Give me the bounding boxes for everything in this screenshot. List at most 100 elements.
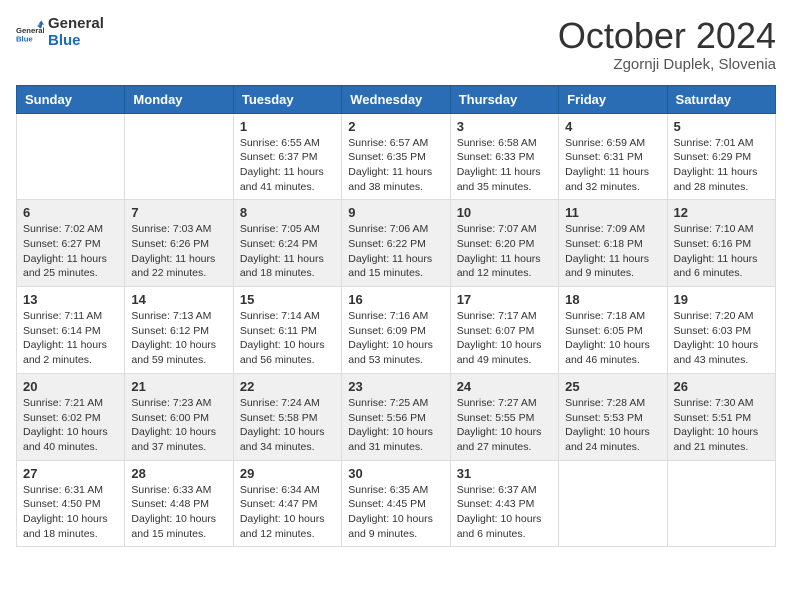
calendar-cell: 16 Sunrise: 7:16 AMSunset: 6:09 PMDayligh… — [342, 287, 450, 374]
calendar-cell — [125, 113, 233, 200]
calendar-cell: 7 Sunrise: 7:03 AMSunset: 6:26 PMDaylight… — [125, 200, 233, 287]
calendar-week-2: 6Sunrise: 7:02 AMSunset: 6:27 PMDaylight… — [17, 200, 776, 287]
day-info: Sunrise: 7:10 AMSunset: 6:16 PMDaylight:… — [674, 222, 769, 281]
calendar-week-5: 27Sunrise: 6:31 AMSunset: 4:50 PMDayligh… — [17, 460, 776, 547]
calendar-cell: 10Sunrise: 7:07 AMSunset: 6:20 PMDayligh… — [450, 200, 558, 287]
day-info: Sunrise: 7:01 AMSunset: 6:29 PMDaylight:… — [674, 136, 769, 195]
day-number: 21 — [131, 379, 226, 394]
calendar-cell: 18 Sunrise: 7:18 AMSunset: 6:05 PMDayligh… — [559, 287, 667, 374]
svg-text:Blue: Blue — [16, 34, 33, 43]
day-number: 8 — [240, 205, 335, 220]
calendar-cell — [559, 460, 667, 547]
day-info: Sunrise: 7:06 AMSunset: 6:22 PMDaylight:… — [348, 222, 443, 281]
day-info: Sunrise: 7:23 AMSunset: 6:00 PMDaylight:… — [131, 396, 226, 455]
day-number: 5 — [674, 119, 769, 134]
calendar-cell: 25 Sunrise: 7:28 AMSunset: 5:53 PMDayligh… — [559, 373, 667, 460]
logo: General Blue General Blue — [16, 16, 104, 49]
page-header: General Blue General Blue October 2024 Z… — [16, 16, 776, 73]
calendar-cell: 26 Sunrise: 7:30 AMSunset: 5:51 PMDayligh… — [667, 373, 775, 460]
calendar-cell: 17 Sunrise: 7:17 AMSunset: 6:07 PMDayligh… — [450, 287, 558, 374]
day-info: Sunrise: 6:33 AMSunset: 4:48 PMDaylight:… — [131, 483, 226, 542]
calendar-cell: 22 Sunrise: 7:24 AMSunset: 5:58 PMDayligh… — [233, 373, 341, 460]
day-number: 22 — [240, 379, 335, 394]
calendar-cell: 3 Sunrise: 6:58 AMSunset: 6:33 PMDaylight… — [450, 113, 558, 200]
day-info: Sunrise: 7:05 AMSunset: 6:24 PMDaylight:… — [240, 222, 335, 281]
weekday-sunday: Sunday — [17, 85, 125, 113]
location: Zgornji Duplek, Slovenia — [558, 56, 776, 73]
day-number: 9 — [348, 205, 443, 220]
day-info: Sunrise: 7:13 AMSunset: 6:12 PMDaylight:… — [131, 309, 226, 368]
day-info: Sunrise: 7:03 AMSunset: 6:26 PMDaylight:… — [131, 222, 226, 281]
calendar-cell — [667, 460, 775, 547]
day-number: 16 — [348, 292, 443, 307]
calendar-cell: 4 Sunrise: 6:59 AMSunset: 6:31 PMDaylight… — [559, 113, 667, 200]
day-number: 3 — [457, 119, 552, 134]
calendar-week-3: 13 Sunrise: 7:11 AMSunset: 6:14 PMDayligh… — [17, 287, 776, 374]
calendar-cell: 6Sunrise: 7:02 AMSunset: 6:27 PMDaylight… — [17, 200, 125, 287]
logo-icon: General Blue — [16, 19, 44, 47]
day-info: Sunrise: 6:59 AMSunset: 6:31 PMDaylight:… — [565, 136, 660, 195]
calendar-week-4: 20 Sunrise: 7:21 AMSunset: 6:02 PMDayligh… — [17, 373, 776, 460]
day-info: Sunrise: 7:28 AMSunset: 5:53 PMDaylight:… — [565, 396, 660, 455]
day-number: 11 — [565, 205, 660, 220]
day-info: Sunrise: 7:21 AMSunset: 6:02 PMDaylight:… — [23, 396, 118, 455]
day-info: Sunrise: 6:35 AMSunset: 4:45 PMDaylight:… — [348, 483, 443, 542]
day-number: 31 — [457, 466, 552, 481]
logo-general: General — [48, 16, 104, 33]
calendar-cell: 8 Sunrise: 7:05 AMSunset: 6:24 PMDaylight… — [233, 200, 341, 287]
day-number: 23 — [348, 379, 443, 394]
day-info: Sunrise: 7:17 AMSunset: 6:07 PMDaylight:… — [457, 309, 552, 368]
day-number: 24 — [457, 379, 552, 394]
day-number: 7 — [131, 205, 226, 220]
calendar-cell: 27Sunrise: 6:31 AMSunset: 4:50 PMDayligh… — [17, 460, 125, 547]
day-number: 17 — [457, 292, 552, 307]
calendar-cell: 24 Sunrise: 7:27 AMSunset: 5:55 PMDayligh… — [450, 373, 558, 460]
day-info: Sunrise: 7:20 AMSunset: 6:03 PMDaylight:… — [674, 309, 769, 368]
day-info: Sunrise: 7:24 AMSunset: 5:58 PMDaylight:… — [240, 396, 335, 455]
day-info: Sunrise: 7:16 AMSunset: 6:09 PMDaylight:… — [348, 309, 443, 368]
day-number: 14 — [131, 292, 226, 307]
calendar-cell: 28Sunrise: 6:33 AMSunset: 4:48 PMDayligh… — [125, 460, 233, 547]
weekday-tuesday: Tuesday — [233, 85, 341, 113]
calendar-cell: 5 Sunrise: 7:01 AMSunset: 6:29 PMDaylight… — [667, 113, 775, 200]
day-number: 13 — [23, 292, 118, 307]
day-info: Sunrise: 7:25 AMSunset: 5:56 PMDaylight:… — [348, 396, 443, 455]
calendar-cell: 15 Sunrise: 7:14 AMSunset: 6:11 PMDayligh… — [233, 287, 341, 374]
day-info: Sunrise: 7:14 AMSunset: 6:11 PMDaylight:… — [240, 309, 335, 368]
calendar-cell: 13 Sunrise: 7:11 AMSunset: 6:14 PMDayligh… — [17, 287, 125, 374]
day-info: Sunrise: 6:34 AMSunset: 4:47 PMDaylight:… — [240, 483, 335, 542]
day-number: 25 — [565, 379, 660, 394]
day-info: Sunrise: 6:37 AMSunset: 4:43 PMDaylight:… — [457, 483, 552, 542]
weekday-thursday: Thursday — [450, 85, 558, 113]
day-number: 2 — [348, 119, 443, 134]
day-number: 30 — [348, 466, 443, 481]
day-number: 27 — [23, 466, 118, 481]
day-number: 20 — [23, 379, 118, 394]
day-number: 1 — [240, 119, 335, 134]
weekday-monday: Monday — [125, 85, 233, 113]
title-block: October 2024 Zgornji Duplek, Slovenia — [558, 16, 776, 73]
calendar-cell: 2Sunrise: 6:57 AMSunset: 6:35 PMDaylight… — [342, 113, 450, 200]
day-number: 19 — [674, 292, 769, 307]
day-info: Sunrise: 7:18 AMSunset: 6:05 PMDaylight:… — [565, 309, 660, 368]
day-number: 10 — [457, 205, 552, 220]
day-info: Sunrise: 7:30 AMSunset: 5:51 PMDaylight:… — [674, 396, 769, 455]
day-number: 12 — [674, 205, 769, 220]
calendar-cell: 30 Sunrise: 6:35 AMSunset: 4:45 PMDayligh… — [342, 460, 450, 547]
weekday-friday: Friday — [559, 85, 667, 113]
day-info: Sunrise: 7:11 AMSunset: 6:14 PMDaylight:… — [23, 309, 118, 368]
day-number: 4 — [565, 119, 660, 134]
calendar-cell: 14 Sunrise: 7:13 AMSunset: 6:12 PMDayligh… — [125, 287, 233, 374]
day-info: Sunrise: 6:58 AMSunset: 6:33 PMDaylight:… — [457, 136, 552, 195]
calendar-cell: 12 Sunrise: 7:10 AMSunset: 6:16 PMDayligh… — [667, 200, 775, 287]
day-info: Sunrise: 6:55 AMSunset: 6:37 PMDaylight:… — [240, 136, 335, 195]
day-info: Sunrise: 7:27 AMSunset: 5:55 PMDaylight:… — [457, 396, 552, 455]
day-info: Sunrise: 7:02 AMSunset: 6:27 PMDaylight:… — [23, 222, 118, 281]
day-number: 15 — [240, 292, 335, 307]
day-number: 26 — [674, 379, 769, 394]
day-number: 18 — [565, 292, 660, 307]
day-number: 29 — [240, 466, 335, 481]
calendar-cell: 1 Sunrise: 6:55 AMSunset: 6:37 PMDaylight… — [233, 113, 341, 200]
calendar-cell — [17, 113, 125, 200]
logo-blue: Blue — [48, 33, 104, 50]
